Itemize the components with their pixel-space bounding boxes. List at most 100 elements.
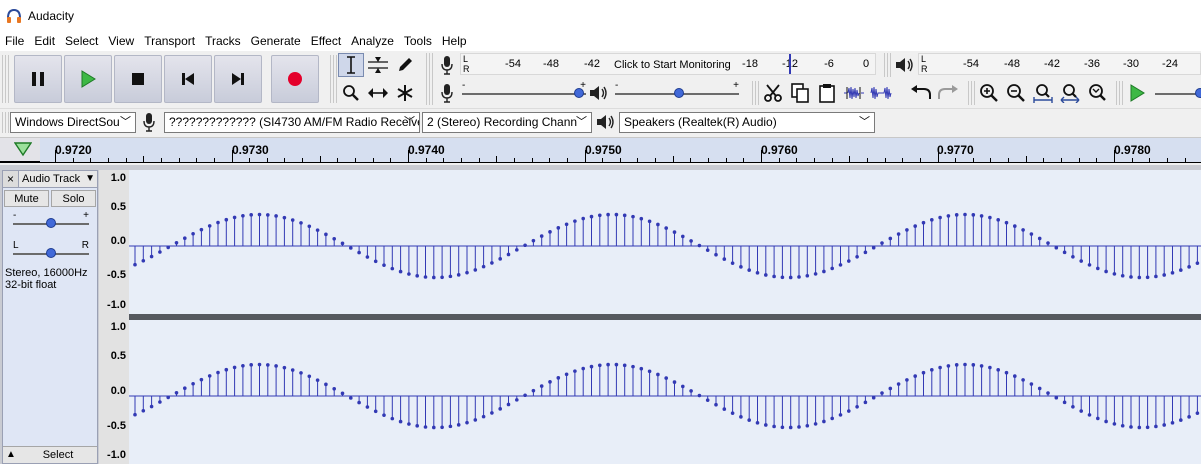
- menu-file[interactable]: File: [0, 31, 29, 51]
- playback-device-select[interactable]: Speakers (Realtek(R) Audio) ﹀: [619, 112, 875, 133]
- waveform-area[interactable]: [129, 170, 1201, 464]
- trim-audio-button[interactable]: [841, 81, 867, 105]
- zoom-tool[interactable]: [338, 81, 364, 105]
- draw-tool[interactable]: [392, 53, 418, 77]
- skip-to-end-button[interactable]: [214, 55, 262, 103]
- silence-audio-button[interactable]: [868, 81, 894, 105]
- close-track-icon[interactable]: ×: [3, 171, 19, 187]
- timeline-scale[interactable]: 0.9720 0.9730 0.9740 0.9750 0.9760 0.977…: [40, 138, 1201, 162]
- pinned-play-head-icon[interactable]: [14, 141, 32, 157]
- gain-slider[interactable]: - +: [13, 210, 89, 233]
- recording-channels-select[interactable]: 2 (Stereo) Recording Chann ﹀: [422, 112, 592, 133]
- play-button[interactable]: [64, 55, 112, 103]
- play-meter-button[interactable]: [892, 53, 918, 77]
- ruler-tick: [619, 158, 621, 162]
- audio-host-select[interactable]: Windows DirectSou ﹀: [10, 112, 136, 133]
- stop-button[interactable]: [114, 55, 162, 103]
- play-meter-tick: -48: [1004, 58, 1020, 70]
- undo-button[interactable]: [908, 81, 934, 105]
- copy-button[interactable]: [787, 81, 813, 105]
- slider-thumb[interactable]: [574, 88, 584, 98]
- menu-generate[interactable]: Generate: [246, 31, 306, 51]
- zoom-toggle-button[interactable]: [1084, 81, 1110, 105]
- record-meter-button[interactable]: [434, 53, 460, 77]
- slider-thumb[interactable]: [674, 88, 684, 98]
- menu-tools[interactable]: Tools: [399, 31, 437, 51]
- view-toolbar-grip[interactable]: [968, 81, 976, 105]
- click-to-start-monitoring[interactable]: Click to Start Monitoring: [614, 59, 731, 71]
- sample-point: [581, 366, 585, 371]
- record-volume-slider[interactable]: - +: [462, 80, 586, 103]
- recording-device-select[interactable]: ????????????? (SI4730 AM/FM Radio Receiv…: [164, 112, 420, 133]
- menu-view[interactable]: View: [103, 31, 139, 51]
- record-meter-grip[interactable]: [426, 53, 434, 105]
- envelope-tool[interactable]: [365, 53, 391, 77]
- sample-point: [622, 363, 627, 368]
- audacity-logo-icon: [7, 8, 21, 23]
- play-volume-slider[interactable]: - +: [615, 80, 739, 103]
- zoom-in-button[interactable]: [976, 81, 1002, 105]
- slider-thumb[interactable]: [46, 218, 56, 228]
- menu-tracks[interactable]: Tracks: [200, 31, 246, 51]
- sample-point: [1037, 386, 1042, 391]
- record-meter[interactable]: L R -54 -48 -42 Click to Start Monitorin…: [460, 53, 876, 75]
- sample-point: [722, 407, 727, 411]
- record-volume-button[interactable]: [434, 81, 460, 105]
- mute-button[interactable]: Mute: [4, 190, 49, 207]
- zoom-out-button[interactable]: [1003, 81, 1029, 105]
- play-meter[interactable]: L R -54 -48 -42 -36 -30 -24: [918, 53, 1201, 75]
- cut-button[interactable]: [760, 81, 786, 105]
- pause-button[interactable]: [14, 55, 62, 103]
- pause-icon: [32, 72, 44, 86]
- sample-point: [714, 252, 718, 257]
- fit-project-button[interactable]: [1057, 81, 1083, 105]
- menu-transport[interactable]: Transport: [139, 31, 200, 51]
- timeline-ruler[interactable]: 0.9720 0.9730 0.9740 0.9750 0.9760 0.977…: [0, 137, 1201, 163]
- paste-button[interactable]: [814, 81, 840, 105]
- slider-thumb[interactable]: [1195, 88, 1201, 98]
- ruler-tick: [566, 158, 568, 162]
- redo-button[interactable]: [935, 81, 961, 105]
- play-at-speed-button[interactable]: [1124, 81, 1150, 105]
- selection-tool[interactable]: [338, 53, 364, 77]
- playback-speed-slider[interactable]: [1155, 81, 1201, 103]
- select-track-button[interactable]: Select: [19, 447, 97, 463]
- skip-to-start-button[interactable]: [164, 55, 212, 103]
- sample-point: [548, 230, 552, 234]
- sample-point: [307, 224, 312, 229]
- multi-tool[interactable]: [392, 81, 418, 105]
- slider-thumb[interactable]: [46, 248, 56, 258]
- collapse-track-icon[interactable]: ▲: [3, 447, 19, 463]
- menu-help[interactable]: Help: [437, 31, 472, 51]
- record-button[interactable]: [271, 55, 319, 103]
- play-meter-right-label: R: [921, 64, 928, 74]
- menu-edit[interactable]: Edit: [29, 31, 60, 51]
- timeline-label: 0.9730: [232, 143, 269, 157]
- track-control-panel[interactable]: × Audio Track ▼ Mute Solo - + L R Stereo…: [2, 170, 98, 464]
- transport-toolbar-grip[interactable]: [2, 55, 10, 103]
- fit-selection-button[interactable]: [1030, 81, 1056, 105]
- sample-point: [183, 386, 187, 391]
- menu-analyze[interactable]: Analyze: [346, 31, 399, 51]
- ruler-tick: [319, 156, 321, 162]
- ruler-tick: [602, 158, 604, 162]
- track-name-menu[interactable]: Audio Track ▼: [19, 171, 97, 187]
- play-at-speed-grip[interactable]: [1116, 81, 1124, 105]
- play-meter-grip[interactable]: [884, 53, 892, 77]
- tools-toolbar-grip[interactable]: [330, 55, 338, 103]
- edit-toolbar-grip[interactable]: [752, 81, 760, 105]
- pan-slider[interactable]: L R: [13, 240, 89, 263]
- sample-point: [481, 414, 486, 419]
- ruler-tick: [743, 158, 745, 162]
- solo-button[interactable]: Solo: [51, 190, 96, 207]
- play-volume-button[interactable]: [586, 81, 612, 105]
- sample-point: [407, 422, 411, 426]
- menu-effect[interactable]: Effect: [306, 31, 346, 51]
- track-menu-caret-icon: ▼: [85, 173, 95, 184]
- vertical-ruler[interactable]: 1.0 0.5 0.0 -0.5 -1.0 1.0 0.5 0.0 -0.5 -…: [99, 170, 129, 464]
- device-toolbar-grip[interactable]: [2, 112, 10, 133]
- time-shift-tool[interactable]: [365, 81, 391, 105]
- gain-minus: -: [13, 210, 17, 221]
- sample-point: [390, 266, 395, 271]
- menu-select[interactable]: Select: [60, 31, 103, 51]
